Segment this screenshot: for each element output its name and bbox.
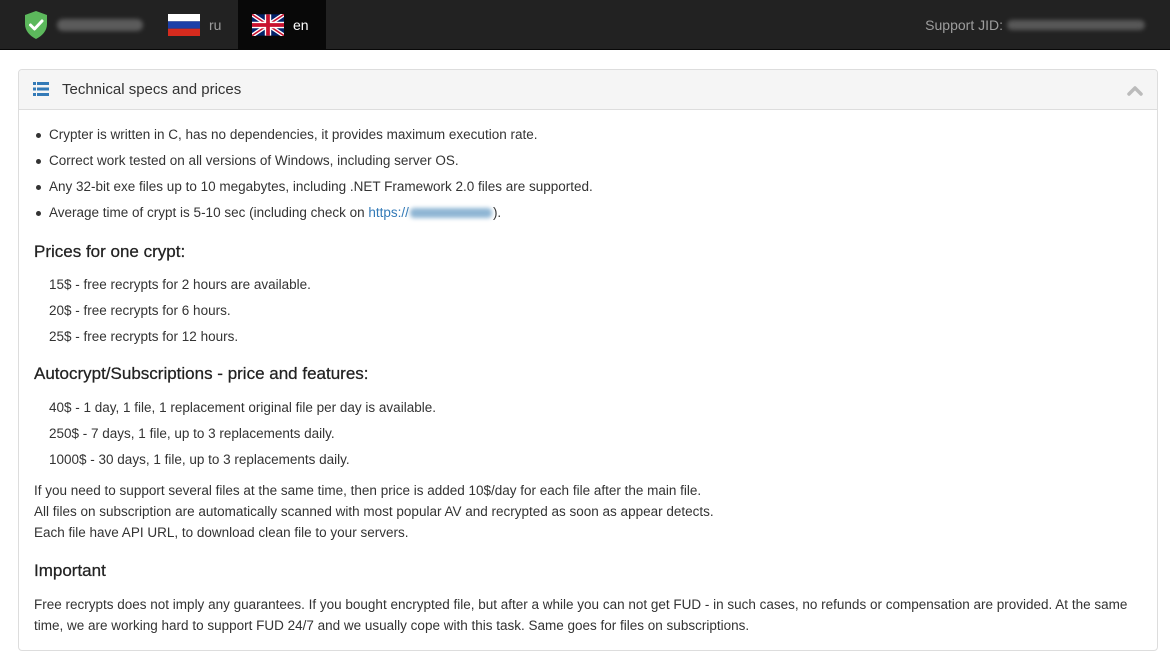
important-text: Free recrypts does not imply any guarant…	[34, 597, 1128, 633]
features-list: Crypter is written in C, has no dependen…	[34, 125, 593, 229]
list-item: Average time of crypt is 5-10 sec (inclu…	[34, 203, 593, 229]
info-line: Each file have API URL, to download clea…	[34, 525, 409, 540]
chevron-up-icon[interactable]	[1127, 83, 1143, 97]
subscription-item: 1000$ - 30 days, 1 file, up to 3 replace…	[49, 452, 350, 467]
list-item: Correct work tested on all versions of W…	[34, 151, 593, 177]
brand[interactable]	[23, 9, 143, 41]
top-navbar: ru en Support JID:	[0, 0, 1170, 50]
language-ru[interactable]: ru	[160, 0, 238, 50]
info-line: All files on subscription are automatica…	[34, 504, 714, 519]
russia-flag-icon	[168, 14, 200, 36]
brand-name-redacted	[57, 19, 143, 31]
language-en[interactable]: en	[238, 0, 326, 50]
important-heading: Important	[34, 561, 106, 580]
list-item: Crypter is written in C, has no dependen…	[34, 125, 593, 151]
panel-title: Technical specs and prices	[62, 81, 242, 98]
subscription-item: 40$ - 1 day, 1 file, 1 replacement origi…	[49, 400, 436, 415]
language-en-label: en	[293, 17, 309, 33]
subscriptions-heading: Autocrypt/Subscriptions - price and feat…	[34, 364, 369, 383]
price-item: 25$ - free recrypts for 12 hours.	[49, 329, 239, 344]
list-icon	[33, 82, 49, 101]
support-label: Support JID:	[925, 17, 1003, 33]
prices-heading: Prices for one crypt:	[34, 242, 186, 261]
support-jid: Support JID:	[925, 0, 1145, 50]
price-item: 15$ - free recrypts for 2 hours are avai…	[49, 277, 311, 292]
shield-check-icon	[23, 10, 49, 40]
subscription-item: 250$ - 7 days, 1 file, up to 3 replaceme…	[49, 426, 335, 441]
check-service-link[interactable]: https://	[368, 205, 493, 220]
panel-heading[interactable]: Technical specs and prices	[19, 70, 1157, 110]
info-line: If you need to support several files at …	[34, 483, 702, 498]
uk-flag-icon	[252, 14, 284, 36]
list-item: Any 32-bit exe files up to 10 megabytes,…	[34, 177, 593, 203]
price-item: 20$ - free recrypts for 6 hours.	[49, 303, 231, 318]
link-redacted	[409, 208, 492, 218]
language-ru-label: ru	[209, 17, 222, 33]
specs-panel: Technical specs and prices Crypter is wr…	[18, 69, 1158, 651]
support-jid-redacted	[1007, 20, 1145, 30]
